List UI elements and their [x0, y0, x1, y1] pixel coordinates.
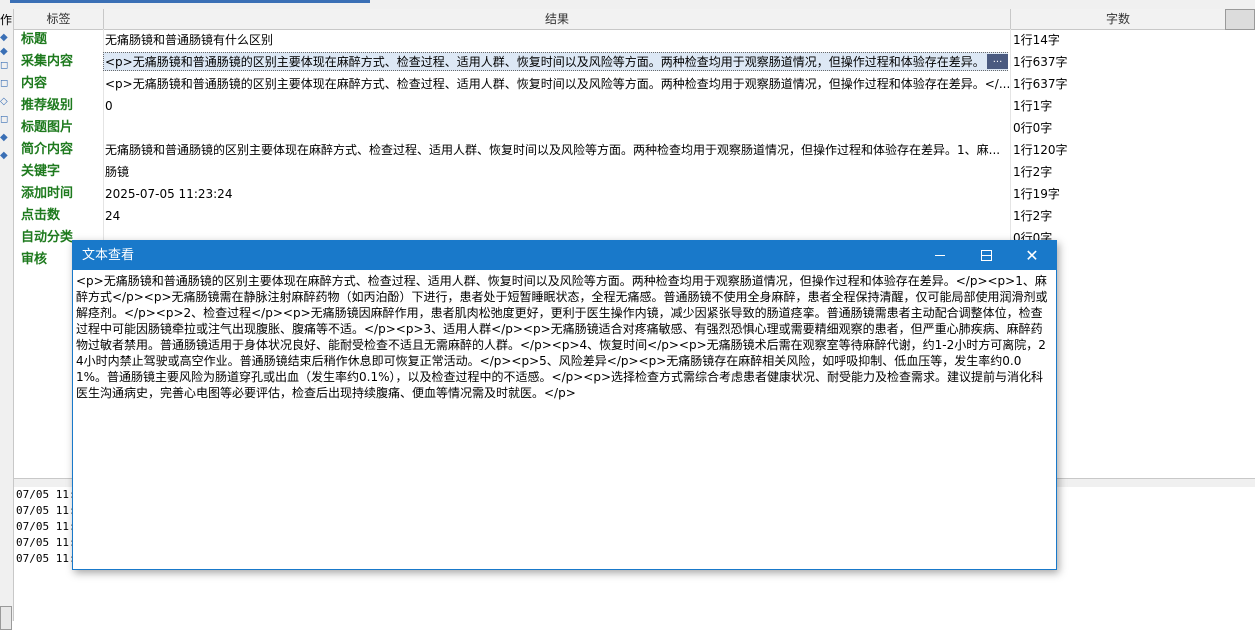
table-row[interactable]: 关键字 肠镜 1行2字 — [14, 161, 1255, 183]
row-label: 点击数 — [21, 208, 61, 223]
table-row[interactable]: 推荐级别 0 1行1字 — [14, 95, 1255, 117]
row-count: 0行0字 — [1013, 121, 1053, 135]
left-strip-button[interactable] — [0, 606, 12, 630]
toolbar-icon[interactable]: ◆ — [0, 47, 8, 57]
open-editor-button[interactable]: ... — [987, 54, 1008, 69]
row-count: 1行637字 — [1013, 55, 1068, 69]
grid-header: 标签 结果 字数 — [14, 9, 1255, 30]
table-row[interactable]: 添加时间 2025-07-05 11:23:24 1行19字 — [14, 183, 1255, 205]
toolbar-icon[interactable]: ◆ — [0, 33, 8, 43]
close-button[interactable]: ✕ — [1009, 241, 1055, 270]
table-row[interactable]: 采集内容 <p>无痛肠镜和普通肠镜的区别主要体现在麻醉方式、检查过程、适用人群、恢… — [14, 51, 1255, 73]
left-strip-char: 作 — [0, 13, 13, 27]
toolbar-icon[interactable]: ◆ — [0, 133, 8, 143]
maximize-icon — [981, 250, 992, 261]
row-result[interactable]: 0 — [105, 95, 1010, 117]
row-result[interactable]: 肠镜 — [105, 161, 1010, 183]
row-count: 1行2字 — [1013, 165, 1053, 179]
row-label: 内容 — [21, 76, 48, 91]
dialog-titlebar[interactable]: 文本查看 — [73, 241, 1056, 270]
maximize-button[interactable] — [963, 241, 1009, 270]
header-count[interactable]: 字数 — [1011, 9, 1225, 29]
toolbar-icon[interactable]: ◇ — [0, 97, 8, 107]
row-result[interactable]: <p>无痛肠镜和普通肠镜的区别主要体现在麻醉方式、检查过程、适用人群、恢复时间以… — [105, 73, 1010, 95]
header-result[interactable]: 结果 — [104, 9, 1011, 29]
dialog-title: 文本查看 — [82, 248, 135, 263]
minimize-button[interactable] — [917, 241, 963, 270]
header-label[interactable]: 标签 — [14, 9, 104, 29]
row-count: 1行14字 — [1013, 33, 1060, 47]
dialog-text-content[interactable]: <p>无痛肠镜和普通肠镜的区别主要体现在麻醉方式、检查过程、适用人群、恢复时间以… — [76, 273, 1051, 565]
row-result[interactable]: 24 — [105, 205, 1010, 227]
row-label: 简介内容 — [21, 142, 74, 157]
row-result[interactable]: 无痛肠镜和普通肠镜有什么区别 — [105, 29, 1010, 51]
row-count: 1行637字 — [1013, 77, 1068, 91]
table-row[interactable]: 内容 <p>无痛肠镜和普通肠镜的区别主要体现在麻醉方式、检查过程、适用人群、恢复时… — [14, 73, 1255, 95]
active-tab-indicator — [10, 0, 370, 3]
row-label: 关键字 — [21, 164, 61, 179]
close-icon: ✕ — [1025, 246, 1039, 265]
row-label: 标题图片 — [21, 120, 74, 135]
toolbar-icon[interactable]: ◻ — [0, 79, 8, 89]
row-label: 采集内容 — [21, 54, 74, 69]
text-view-dialog: 文本查看 ✕ <p>无痛肠镜和普通肠镜的区别主要体现在麻醉方式、检查过程、适用人… — [72, 240, 1057, 570]
row-count: 1行2字 — [1013, 209, 1053, 223]
row-count: 1行120字 — [1013, 143, 1068, 157]
table-row[interactable]: 点击数 24 1行2字 — [14, 205, 1255, 227]
row-result[interactable]: 无痛肠镜和普通肠镜的区别主要体现在麻醉方式、检查过程、适用人群、恢复时间以及风险… — [105, 139, 1010, 161]
table-row[interactable]: 标题图片 0行0字 — [14, 117, 1255, 139]
row-label: 标题 — [21, 32, 48, 47]
minimize-icon — [935, 255, 945, 256]
row-label: 添加时间 — [21, 186, 74, 201]
row-label: 推荐级别 — [21, 98, 74, 113]
toolbar-icon[interactable]: ◻ — [0, 115, 8, 125]
table-row[interactable]: 简介内容 无痛肠镜和普通肠镜的区别主要体现在麻醉方式、检查过程、适用人群、恢复时间… — [14, 139, 1255, 161]
toolbar-icon[interactable]: ◻ — [0, 61, 8, 71]
header-scroll-button[interactable] — [1225, 9, 1255, 30]
toolbar-icon[interactable]: ◆ — [0, 151, 8, 161]
table-row[interactable]: 标题 无痛肠镜和普通肠镜有什么区别 1行14字 — [14, 29, 1255, 51]
left-side-toolbar: 作 ◆ ◆ ◻ ◻ ◇ ◻ ◆ ◆ — [0, 9, 14, 630]
row-result[interactable] — [105, 117, 1010, 139]
row-count: 1行19字 — [1013, 187, 1060, 201]
top-toolbar-strip — [0, 0, 1255, 9]
row-result[interactable]: 2025-07-05 11:23:24 — [105, 183, 1010, 205]
row-count: 1行1字 — [1013, 99, 1053, 113]
row-result[interactable]: <p>无痛肠镜和普通肠镜的区别主要体现在麻醉方式、检查过程、适用人群、恢复时间以… — [105, 51, 983, 73]
